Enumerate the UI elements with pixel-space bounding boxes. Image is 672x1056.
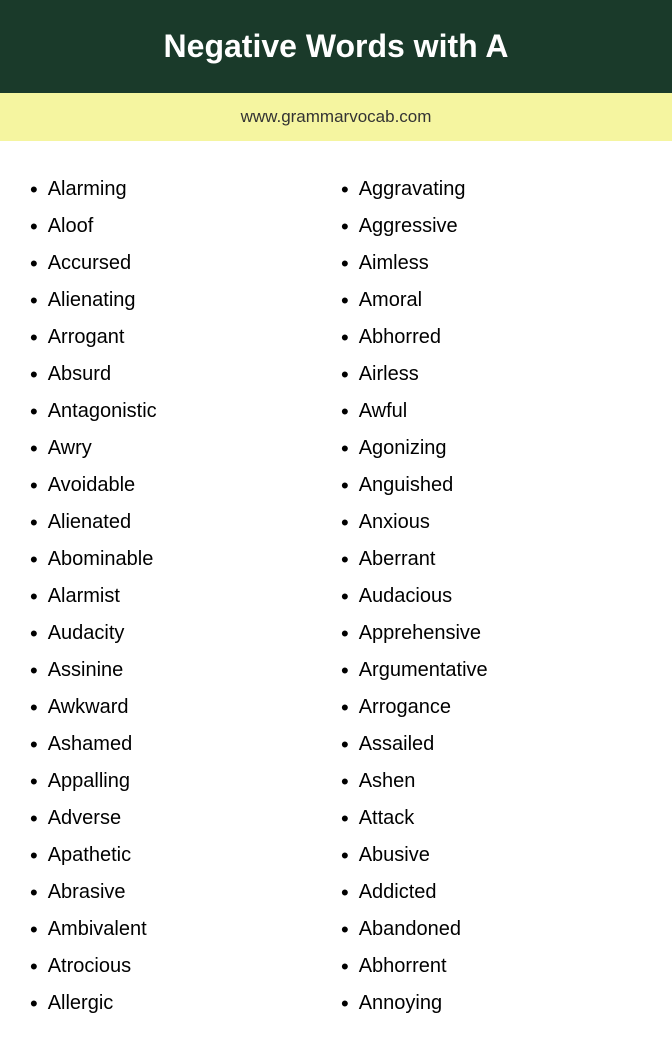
list-item: Apathetic — [30, 837, 321, 874]
list-item: Apprehensive — [341, 615, 632, 652]
list-item: Argumentative — [341, 652, 632, 689]
right-column: AggravatingAggressiveAimlessAmoralAbhorr… — [331, 171, 642, 1022]
list-item: Appalling — [30, 763, 321, 800]
list-item: Aggravating — [341, 171, 632, 208]
list-item: Anxious — [341, 504, 632, 541]
list-item: Abhorrent — [341, 948, 632, 985]
list-item: Alarming — [30, 171, 321, 208]
list-item: Abusive — [341, 837, 632, 874]
list-item: Airless — [341, 356, 632, 393]
list-item: Audacious — [341, 578, 632, 615]
list-item: Abrasive — [30, 874, 321, 911]
list-item: Antagonistic — [30, 393, 321, 430]
list-item: Avoidable — [30, 467, 321, 504]
list-item: Assailed — [341, 726, 632, 763]
left-word-list: AlarmingAloofAccursedAlienatingArrogantA… — [30, 171, 321, 1022]
list-item: Abandoned — [341, 911, 632, 948]
list-item: Attack — [341, 800, 632, 837]
list-item: Audacity — [30, 615, 321, 652]
list-item: Amoral — [341, 282, 632, 319]
list-item: Annoying — [341, 985, 632, 1022]
list-item: Alienated — [30, 504, 321, 541]
list-item: Aloof — [30, 208, 321, 245]
list-item: Anguished — [341, 467, 632, 504]
list-item: Awkward — [30, 689, 321, 726]
list-item: Aberrant — [341, 541, 632, 578]
list-item: Abhorred — [341, 319, 632, 356]
list-item: Aimless — [341, 245, 632, 282]
list-item: Allergic — [30, 985, 321, 1022]
header: Negative Words with A — [0, 0, 672, 93]
left-column: AlarmingAloofAccursedAlienatingArrogantA… — [20, 171, 331, 1022]
right-word-list: AggravatingAggressiveAimlessAmoralAbhorr… — [341, 171, 632, 1022]
list-item: Awful — [341, 393, 632, 430]
list-item: Accursed — [30, 245, 321, 282]
list-item: Atrocious — [30, 948, 321, 985]
columns-container: AlarmingAloofAccursedAlienatingArrogantA… — [20, 171, 642, 1022]
list-item: Adverse — [30, 800, 321, 837]
content: AlarmingAloofAccursedAlienatingArrogantA… — [0, 141, 672, 1052]
page-title: Negative Words with A — [20, 28, 652, 65]
list-item: Assinine — [30, 652, 321, 689]
list-item: Alarmist — [30, 578, 321, 615]
list-item: Arrogant — [30, 319, 321, 356]
list-item: Alienating — [30, 282, 321, 319]
list-item: Aggressive — [341, 208, 632, 245]
list-item: Absurd — [30, 356, 321, 393]
website-url: www.grammarvocab.com — [241, 107, 432, 126]
list-item: Arrogance — [341, 689, 632, 726]
list-item: Ashen — [341, 763, 632, 800]
list-item: Ashamed — [30, 726, 321, 763]
list-item: Addicted — [341, 874, 632, 911]
list-item: Abominable — [30, 541, 321, 578]
list-item: Awry — [30, 430, 321, 467]
list-item: Agonizing — [341, 430, 632, 467]
website-banner: www.grammarvocab.com — [0, 93, 672, 141]
list-item: Ambivalent — [30, 911, 321, 948]
